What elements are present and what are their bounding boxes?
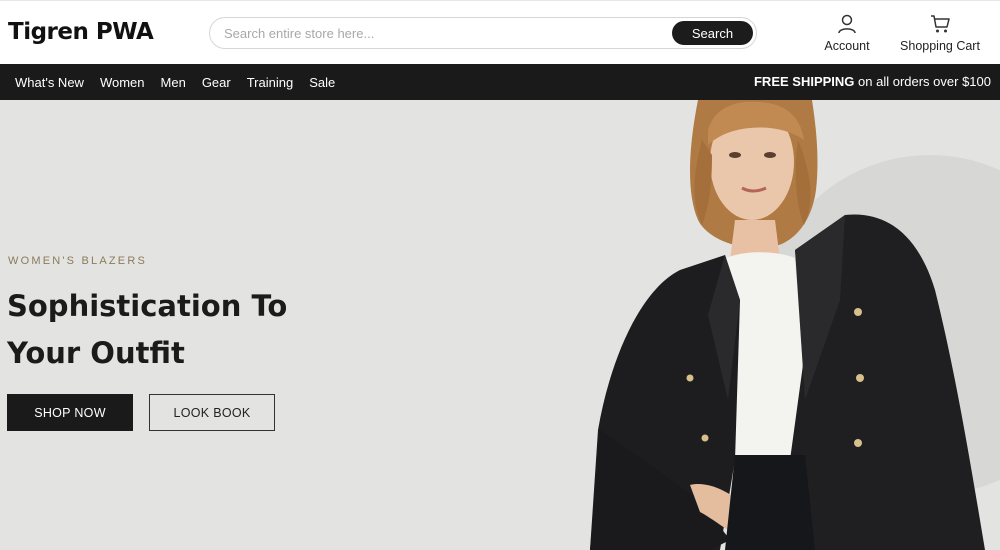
promo-highlight: FREE SHIPPING (753, 74, 855, 89)
nav-item-sale[interactable]: Sale (309, 75, 335, 90)
hero-banner: WOMEN'S BLAZERS Sophistication To Your O… (0, 100, 1000, 550)
look-book-button[interactable]: LOOK BOOK (149, 394, 275, 431)
account-label: Account (824, 39, 870, 53)
nav-item-women[interactable]: Women (100, 75, 145, 90)
hero-headline: Sophistication To Your Outfit (7, 283, 367, 377)
search-input[interactable] (224, 18, 664, 48)
search-button[interactable]: Search (672, 21, 753, 45)
site-header: Tigren PWA Search Account Shopping Cart (0, 0, 1000, 64)
nav-item-men[interactable]: Men (161, 75, 186, 90)
shopping-cart-link[interactable]: Shopping Cart (900, 13, 980, 53)
cart-label: Shopping Cart (900, 39, 980, 53)
nav-item-gear[interactable]: Gear (202, 75, 231, 90)
user-icon (838, 14, 856, 34)
search-bar: Search (209, 17, 757, 49)
main-nav: What's New Women Men Gear Training Sale … (0, 64, 1000, 100)
nav-item-whats-new[interactable]: What's New (15, 75, 84, 90)
shop-now-button[interactable]: SHOP NOW (7, 394, 133, 431)
hero-model-image (590, 100, 985, 550)
promo-text: on all orders over $100 (854, 74, 991, 89)
hero-headline-line-2: Your Outfit (7, 336, 185, 370)
site-logo[interactable]: Tigren PWA (8, 19, 154, 45)
hero-headline-line-1: Sophistication To (7, 289, 288, 323)
hero-eyebrow: WOMEN'S BLAZERS (8, 255, 148, 267)
shopping-cart-icon (931, 15, 950, 33)
account-link[interactable]: Account (822, 13, 872, 53)
free-shipping-banner: FREE SHIPPING on all orders over $100 (754, 64, 991, 100)
nav-menu: What's New Women Men Gear Training Sale (15, 64, 351, 100)
nav-item-training[interactable]: Training (247, 75, 293, 90)
